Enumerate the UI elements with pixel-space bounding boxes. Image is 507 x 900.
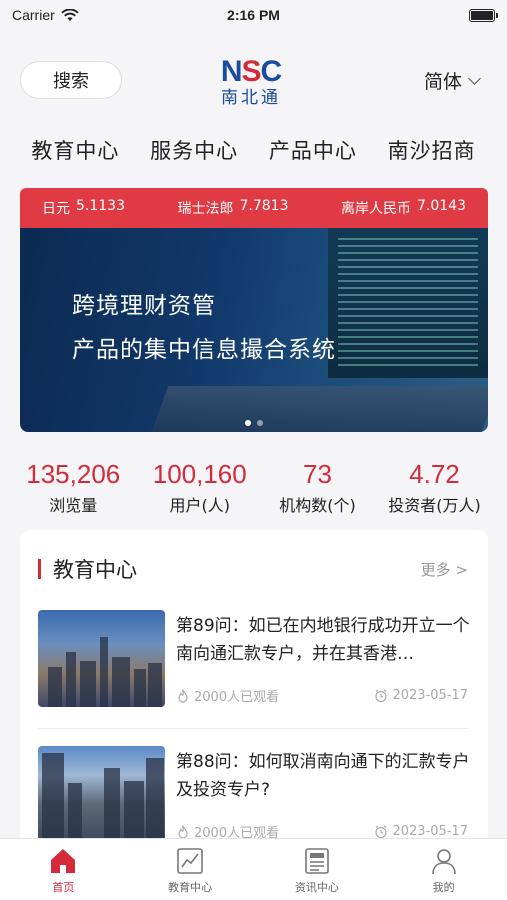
tab-bar: 首页 教育中心 资讯中心 我的 (0, 838, 507, 900)
nav-service[interactable]: 服务中心 (150, 135, 238, 171)
article-meta: 2000人已观看 2023-05-17 (176, 686, 468, 705)
battery-icon (469, 8, 498, 22)
news-icon (305, 848, 329, 874)
stat-label: 投资者(万人) (388, 496, 481, 515)
rate-value: 7.0143 (417, 198, 466, 214)
tab-label: 资讯中心 (294, 881, 339, 894)
banner-line-1: 跨境理财资管 (72, 293, 216, 319)
rate-name: 离岸人民币 (341, 201, 411, 217)
status-left: Carrier (12, 7, 79, 23)
exchange-rate-ticker: 日元 5.1133 瑞士法郎 7.7813 离岸人民币 7.0143 (20, 188, 488, 228)
section-title: 教育中心 (38, 554, 137, 584)
nav-education[interactable]: 教育中心 (31, 135, 119, 171)
clock-icon (375, 825, 388, 838)
wifi-icon (61, 8, 79, 21)
stat-value: 135,206 (26, 459, 121, 489)
article-title: 第89问：如已在内地银行成功开立一个南向通汇款专户，并在其香港… (176, 616, 470, 664)
rate-value: 7.7813 (239, 198, 289, 214)
section-header: 教育中心 更多 > (38, 554, 468, 584)
rate-name: 瑞士法郎 (177, 201, 234, 217)
stat-value: 100,160 (152, 459, 247, 489)
banner-monitor-image (328, 228, 488, 378)
tab-label: 教育中心 (168, 881, 213, 894)
article-title: 第88问：如何取消南向通下的汇款专户及投资专户? (176, 752, 470, 800)
rate-item: 瑞士法郎 7.7813 (178, 198, 289, 218)
article-item[interactable]: 第88问：如何取消南向通下的汇款专户及投资专户? 2000人已观看 2023-0… (38, 746, 470, 846)
tab-label: 我的 (432, 881, 455, 894)
stat-value: 4.72 (409, 459, 460, 489)
tab-profile[interactable]: 我的 (399, 845, 489, 900)
article-thumbnail (38, 746, 165, 843)
language-select[interactable]: 简体 (423, 67, 481, 94)
tab-education[interactable]: 教育中心 (145, 845, 235, 900)
chevron-down-icon (468, 71, 481, 85)
rate-value: 5.1133 (76, 198, 125, 214)
banner-keyboard-image (151, 386, 488, 432)
top-nav: 教育中心 服务中心 产品中心 南沙招商 (0, 135, 507, 171)
search-button[interactable]: 搜索 (20, 61, 122, 99)
tab-label: 首页 (52, 881, 75, 894)
stat-views: 135,206 浏览量 (26, 458, 120, 520)
education-section: 教育中心 更多 > 第89问：如已在内地银行成功开立一个南向通汇款专户，并在其香… (20, 530, 488, 850)
header: 搜索 NSC 南北通 简体 (0, 55, 507, 115)
stats-row: 135,206 浏览量 100,160 用户(人) 73 机构数(个) 4.72… (10, 458, 497, 520)
article-date: 2023-05-17 (392, 688, 468, 703)
promo-banner[interactable]: 跨境理财资管 产品的集中信息撮合系统 (20, 228, 488, 432)
tab-home[interactable]: 首页 (18, 845, 108, 900)
divider (38, 728, 468, 729)
language-label: 简体 (423, 71, 462, 93)
article-date: 2023-05-17 (392, 824, 468, 839)
rate-item: 离岸人民币 7.0143 (341, 198, 466, 218)
banner-text: 跨境理财资管 产品的集中信息撮合系统 (72, 284, 336, 372)
user-icon (431, 849, 456, 875)
logo-mark: NSC (220, 55, 282, 88)
logo: NSC 南北通 (214, 57, 288, 109)
carousel-dot[interactable] (245, 420, 251, 426)
date-group: 2023-05-17 (374, 686, 468, 705)
article-thumbnail (38, 610, 165, 707)
section-title-text: 教育中心 (53, 558, 137, 582)
title-accent-bar (38, 559, 41, 579)
article-item[interactable]: 第89问：如已在内地银行成功开立一个南向通汇款专户，并在其香港… 2000人已观… (38, 610, 470, 710)
stat-label: 浏览量 (49, 496, 98, 515)
home-icon (51, 849, 76, 873)
stat-label: 用户(人) (169, 496, 230, 515)
flame-icon (178, 824, 188, 839)
flame-icon (178, 688, 188, 703)
stat-investors: 4.72 投资者(万人) (388, 458, 481, 520)
view-count: 2000人已观看 (194, 690, 280, 705)
stat-users: 100,160 用户(人) (153, 458, 247, 520)
status-bar: Carrier 2:16 PM (0, 0, 507, 30)
tab-news[interactable]: 资讯中心 (272, 845, 362, 900)
nav-product[interactable]: 产品中心 (269, 135, 357, 171)
carrier-label: Carrier (12, 7, 55, 23)
more-link[interactable]: 更多 > (421, 559, 468, 580)
rate-item: 日元 5.1133 (42, 198, 125, 218)
nav-nansha[interactable]: 南沙招商 (388, 135, 476, 171)
carousel-dots (245, 420, 263, 426)
carousel-dot[interactable] (257, 420, 263, 426)
banner-line-2: 产品的集中信息撮合系统 (72, 337, 336, 363)
logo-subtitle: 南北通 (221, 88, 281, 108)
views-group: 2000人已观看 (176, 686, 279, 705)
stat-institutions: 73 机构数(个) (279, 458, 356, 520)
chart-icon (177, 848, 203, 874)
stat-value: 73 (303, 459, 332, 489)
clock-icon (375, 689, 388, 702)
stat-label: 机构数(个) (279, 496, 356, 515)
rate-name: 日元 (42, 201, 70, 217)
